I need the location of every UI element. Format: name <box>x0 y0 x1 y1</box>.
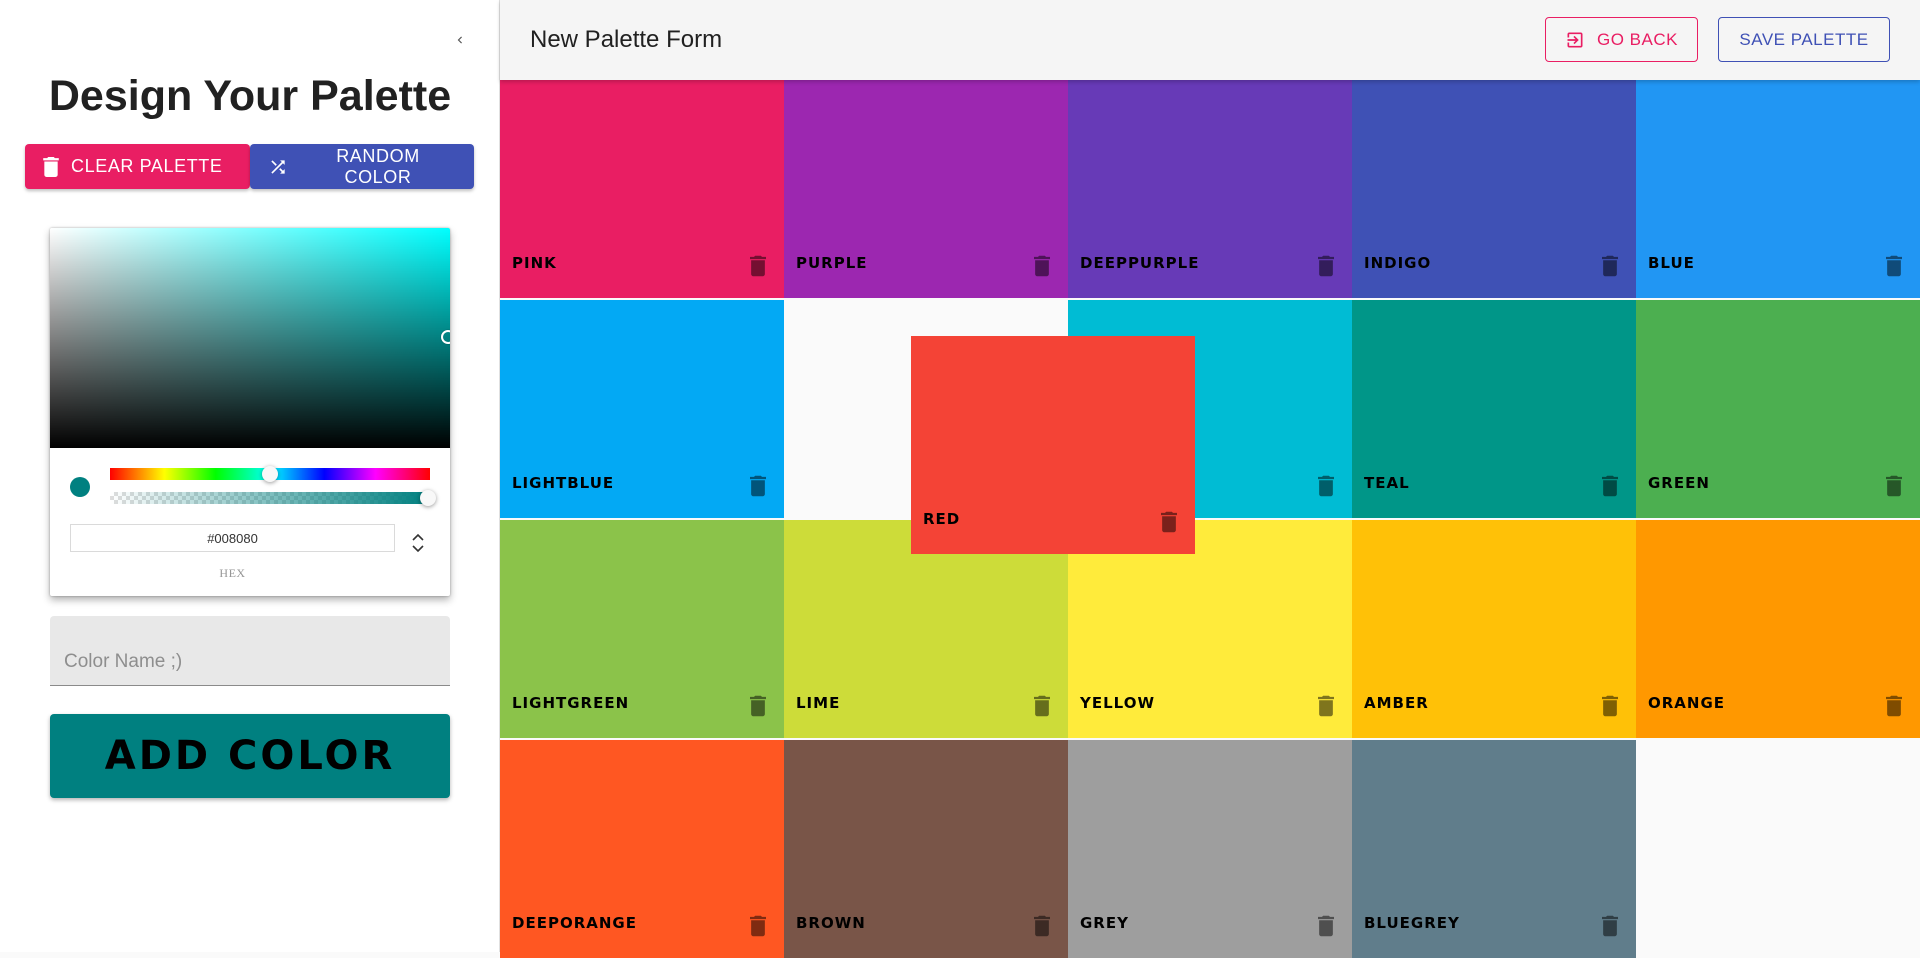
hex-input[interactable] <box>70 524 395 552</box>
random-color-button[interactable]: RANDOM COLOR <box>250 144 474 189</box>
color-box-name: LIGHTGREEN <box>512 694 630 712</box>
color-box-grey[interactable]: GREY <box>1068 740 1352 958</box>
delete-icon[interactable] <box>1600 254 1620 278</box>
delete-icon[interactable] <box>1316 474 1336 498</box>
color-box-green[interactable]: GREEN <box>1636 300 1920 518</box>
delete-icon[interactable] <box>1316 694 1336 718</box>
color-box-name: PURPLE <box>796 254 868 272</box>
format-toggle-icon[interactable] <box>406 528 430 558</box>
color-box-name: BROWN <box>796 914 866 932</box>
color-box-name: GREY <box>1080 914 1129 932</box>
delete-icon[interactable] <box>748 474 768 498</box>
color-box-lightgreen[interactable]: LIGHTGREEN <box>500 520 784 738</box>
color-box-name: INDIGO <box>1364 254 1432 272</box>
app-bar: New Palette Form GO BACK SAVE PALETTE <box>500 0 1920 80</box>
delete-icon[interactable] <box>1884 254 1904 278</box>
drawer-button-row: CLEAR PALETTE RANDOM COLOR <box>25 144 474 189</box>
color-box-name: DEEPPURPLE <box>1080 254 1200 272</box>
chevron-left-icon[interactable] <box>448 28 472 52</box>
color-box-blue[interactable]: BLUE <box>1636 80 1920 298</box>
delete-icon[interactable] <box>1032 914 1052 938</box>
delete-icon[interactable] <box>748 254 768 278</box>
delete-icon[interactable] <box>1316 254 1336 278</box>
color-box-name: BLUE <box>1648 254 1695 272</box>
delete-icon[interactable] <box>1159 510 1179 534</box>
color-box-brown[interactable]: BROWN <box>784 740 1068 958</box>
color-picker: HEX <box>50 228 450 596</box>
delete-icon[interactable] <box>1032 694 1052 718</box>
saturation-cursor[interactable] <box>441 330 450 344</box>
color-box-deeporange[interactable]: DEEPORANGE <box>500 740 784 958</box>
alpha-slider-thumb[interactable] <box>420 490 436 506</box>
color-box-red[interactable]: RED <box>911 336 1195 554</box>
color-box-pink[interactable]: PINK <box>500 80 784 298</box>
color-box-deeppurple[interactable]: DEEPPURPLE <box>1068 80 1352 298</box>
drawer-title: Design Your Palette <box>48 72 452 120</box>
color-box-name: YELLOW <box>1080 694 1155 712</box>
hue-slider-thumb[interactable] <box>262 466 278 482</box>
color-box-lightblue[interactable]: LIGHTBLUE <box>500 300 784 518</box>
alpha-slider[interactable] <box>110 492 430 504</box>
color-name-field[interactable] <box>50 616 450 686</box>
color-box-name: TEAL <box>1364 474 1410 492</box>
palette-grid: PINK PURPLE DEEPPURPLE INDIGO BLUE LIGHTBLUE R… <box>500 80 1920 958</box>
delete-icon[interactable] <box>1600 914 1620 938</box>
color-box-amber[interactable]: AMBER <box>1352 520 1636 738</box>
color-box-name: BLUEGREY <box>1364 914 1460 932</box>
delete-icon[interactable] <box>1884 694 1904 718</box>
saturation-area[interactable] <box>50 228 450 448</box>
delete-icon[interactable] <box>1316 914 1336 938</box>
palette-drawer: Design Your Palette CLEAR PALETTE RANDOM… <box>0 0 500 952</box>
random-color-label: RANDOM COLOR <box>336 145 420 187</box>
color-box-name: GREEN <box>1648 474 1710 492</box>
shuffle-icon <box>268 157 288 177</box>
clear-palette-label: CLEAR PALETTE <box>71 156 223 176</box>
color-box-name: DEEPORANGE <box>512 914 637 932</box>
delete-icon[interactable] <box>1884 474 1904 498</box>
exit-to-app-icon <box>1565 30 1585 50</box>
color-box-bluegrey[interactable]: BLUEGREY <box>1352 740 1636 958</box>
delete-icon[interactable] <box>748 694 768 718</box>
color-box-name: LIGHTBLUE <box>512 474 615 492</box>
current-color-swatch <box>70 477 90 497</box>
color-box-name: RED <box>923 510 961 528</box>
delete-icon[interactable] <box>1600 474 1620 498</box>
hex-label: HEX <box>219 566 246 580</box>
go-back-label: GO BACK <box>1597 29 1678 49</box>
delete-icon[interactable] <box>748 914 768 938</box>
color-box-orange[interactable]: ORANGE <box>1636 520 1920 738</box>
color-box-teal[interactable]: TEAL <box>1352 300 1636 518</box>
color-box-indigo[interactable]: INDIGO <box>1352 80 1636 298</box>
save-palette-button[interactable]: SAVE PALETTE <box>1718 17 1890 62</box>
go-back-button[interactable]: GO BACK <box>1545 17 1698 62</box>
color-box-name: LIME <box>796 694 841 712</box>
add-color-button[interactable]: ADD COLOR <box>50 714 450 798</box>
page-title: New Palette Form <box>530 26 723 53</box>
color-box-name: ORANGE <box>1648 694 1726 712</box>
color-box-name: PINK <box>512 254 557 272</box>
delete-icon[interactable] <box>1600 694 1620 718</box>
trash-icon <box>43 156 59 177</box>
clear-palette-button[interactable]: CLEAR PALETTE <box>25 144 250 189</box>
color-box-purple[interactable]: PURPLE <box>784 80 1068 298</box>
delete-icon[interactable] <box>1032 254 1052 278</box>
color-box-name: AMBER <box>1364 694 1429 712</box>
color-name-input[interactable] <box>50 644 450 680</box>
